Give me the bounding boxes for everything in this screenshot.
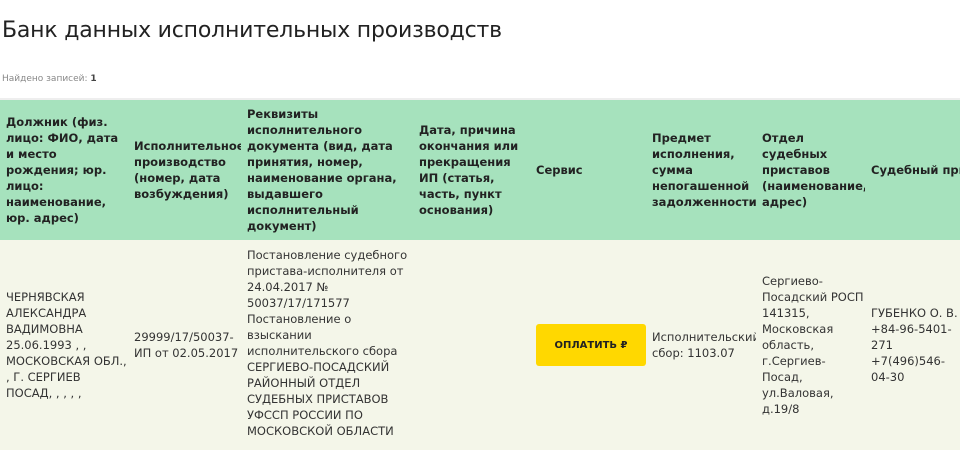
table-header-row: Должник (физ. лицо: ФИО, дата и место ро… xyxy=(0,98,960,240)
header-bailiff: Судебный пристав-исполнитель xyxy=(865,98,960,240)
document-line-2: Постановление о взыскании исполнительско… xyxy=(247,312,398,438)
pay-button[interactable]: ОПЛАТИТЬ ₽ xyxy=(536,324,646,366)
cell-bailiff: ГУБЕНКО О. В. +84-96-5401-271 +7(496)546… xyxy=(865,240,960,450)
cell-service: ОПЛАТИТЬ ₽ xyxy=(530,240,646,450)
bailiff-phone-2: +7(496)546-04-30 xyxy=(871,354,945,384)
header-service: Сервис xyxy=(530,98,646,240)
department-name: Сергиево-Посадский РОСП xyxy=(762,274,864,304)
header-proceeding: Исполнительное производство (номер, дата… xyxy=(128,98,241,240)
department-address: 141315, Московская область, г.Сергиев-По… xyxy=(762,306,834,416)
cell-debtor: ЧЕРНЯВСКАЯ АЛЕКСАНДРА ВАДИМОВНА 25.06.19… xyxy=(0,240,128,450)
cell-department: Сергиево-Посадский РОСП 141315, Московск… xyxy=(756,240,865,450)
table-row: ЧЕРНЯВСКАЯ АЛЕКСАНДРА ВАДИМОВНА 25.06.19… xyxy=(0,240,960,450)
cell-document: Постановление судебного пристава-исполни… xyxy=(241,240,413,450)
header-end-info: Дата, причина окончания или прекращения … xyxy=(413,98,530,240)
records-count: Найдено записей: 1 xyxy=(2,74,97,84)
proceedings-table: Должник (физ. лицо: ФИО, дата и место ро… xyxy=(0,98,960,450)
header-subject: Предмет исполнения, сумма непогашенной з… xyxy=(646,98,756,240)
document-line-1: Постановление судебного пристава-исполни… xyxy=(247,248,408,310)
bailiff-name: ГУБЕНКО О. В. xyxy=(871,306,958,320)
cell-end-info xyxy=(413,240,530,450)
bailiff-phone-1: +84-96-5401-271 xyxy=(871,322,952,352)
header-department: Отдел судебных приставов (наименование, … xyxy=(756,98,865,240)
cell-proceeding: 29999/17/50037-ИП от 02.05.2017 xyxy=(128,240,241,450)
records-count-label: Найдено записей: xyxy=(2,74,88,84)
header-document: Реквизиты исполнительного документа (вид… xyxy=(241,98,413,240)
cell-subject: Исполнительский сбор: 1103.07 xyxy=(646,240,756,450)
records-count-value: 1 xyxy=(90,74,97,84)
page-title: Банк данных исполнительных производств xyxy=(2,18,502,43)
header-debtor: Должник (физ. лицо: ФИО, дата и место ро… xyxy=(0,98,128,240)
